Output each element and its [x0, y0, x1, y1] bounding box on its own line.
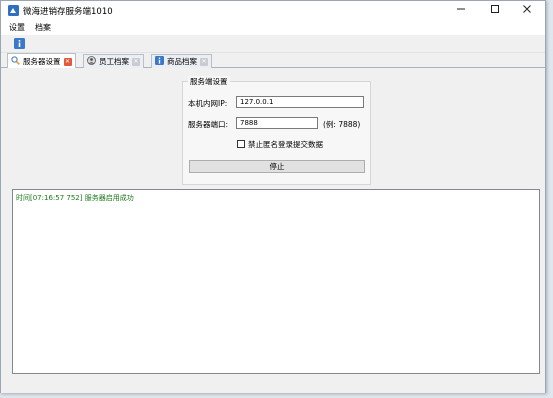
maximize-button[interactable] — [479, 1, 511, 20]
title-bar[interactable]: 微海进销存服务端1010 — [1, 1, 545, 20]
maximize-icon — [490, 4, 500, 17]
anonymous-login-checkbox[interactable] — [237, 140, 245, 148]
tab-label: 员工档案 — [99, 57, 129, 66]
window-title: 微海进销存服务端1010 — [23, 7, 113, 17]
tab-close-icon[interactable]: ✕ — [63, 57, 72, 66]
server-settings-group: 服务端设置 本机内网IP: 服务器端口: (例: 7888) 禁止匿名登录提交数… — [182, 76, 371, 185]
menu-bar: 设置 档案 — [1, 20, 545, 35]
tab-label: 服务器设置 — [23, 57, 61, 66]
tab-employee-archive[interactable]: 员工档案 ✕ — [83, 54, 144, 68]
tab-product-archive[interactable]: 商品档案 ✕ — [151, 54, 212, 68]
tab-close-icon[interactable]: ✕ — [132, 57, 140, 66]
tab-close-icon[interactable]: ✕ — [200, 57, 208, 66]
tab-server-settings[interactable]: 服务器设置 ✕ — [7, 53, 76, 69]
ip-input[interactable] — [236, 96, 364, 108]
app-window: 微海进销存服务端1010 设置 档案 服务器设置 ✕ 员工档案 ✕ 商品档案 ✕… — [0, 0, 546, 393]
employee-icon — [87, 56, 96, 67]
ip-label: 本机内网IP: — [188, 99, 228, 108]
product-info-icon — [155, 56, 164, 67]
group-title: 服务端设置 — [188, 76, 230, 87]
toolbar — [1, 35, 545, 53]
tab-content: 服务端设置 本机内网IP: 服务器端口: (例: 7888) 禁止匿名登录提交数… — [7, 68, 540, 386]
port-hint: (例: 7888) — [323, 120, 361, 129]
stop-button[interactable]: 停止 — [189, 160, 365, 173]
status-bar — [1, 386, 545, 393]
server-settings-icon — [11, 56, 20, 67]
minimize-button[interactable] — [445, 1, 477, 20]
menu-settings[interactable]: 设置 — [9, 22, 25, 33]
app-logo-icon — [8, 5, 19, 16]
minimize-icon — [456, 4, 466, 17]
tab-strip: 服务器设置 ✕ 员工档案 ✕ 商品档案 ✕ — [1, 53, 545, 69]
tab-label: 商品档案 — [167, 57, 197, 66]
log-line: 时间[07:16:57 752] 服务器启用成功 — [16, 194, 134, 202]
close-button[interactable] — [511, 1, 543, 20]
log-output[interactable]: 时间[07:16:57 752] 服务器启用成功 — [12, 189, 540, 374]
info-icon[interactable] — [14, 38, 25, 49]
port-input[interactable] — [236, 117, 318, 129]
port-label: 服务器端口: — [188, 120, 229, 129]
menu-archive[interactable]: 档案 — [35, 22, 51, 33]
anonymous-login-label[interactable]: 禁止匿名登录提交数据 — [248, 139, 323, 150]
close-icon — [522, 4, 532, 17]
